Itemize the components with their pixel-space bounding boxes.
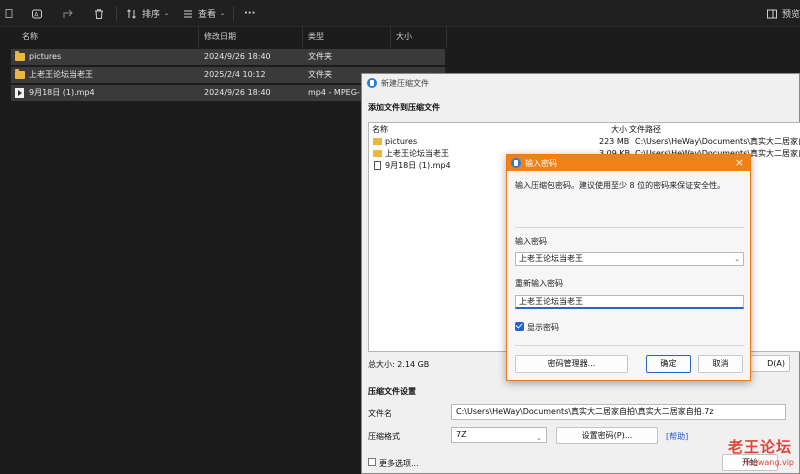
view-label: 查看 [198, 10, 217, 20]
file-type: 文件夹 [308, 52, 332, 61]
enter-password-input[interactable]: 上老王论坛当老王 ⌄ [515, 252, 744, 266]
reenter-password-label: 重新输入密码 [515, 279, 563, 288]
column-name[interactable]: 名称 [22, 27, 38, 47]
file-name: 9月18日 (1).mp4 [29, 88, 95, 97]
sort-button[interactable]: 排序 ⌄ [126, 0, 169, 27]
column-size[interactable]: 大小 [396, 27, 412, 47]
app-icon [511, 158, 521, 168]
item-name: 上老王论坛当老王 [385, 149, 449, 158]
folder-icon [373, 150, 382, 157]
rename-icon[interactable]: A [31, 0, 43, 27]
password-dialog-titlebar: 输入密码 × [507, 155, 750, 171]
enter-password-label: 输入密码 [515, 237, 547, 246]
sort-icon [127, 8, 136, 19]
preview-button[interactable]: 预览 [766, 0, 800, 27]
view-icon [184, 10, 192, 17]
file-name: pictures [29, 52, 62, 61]
preview-pane-icon [767, 9, 777, 18]
share-icon[interactable] [62, 0, 74, 27]
format-value: 7Z [456, 430, 467, 439]
list-header-path: 文件路径 [629, 125, 661, 134]
total-size: 总大小: 2.14 GB [368, 360, 430, 369]
list-header-size: 大小 [611, 125, 627, 134]
file-date: 2025/2/4 10:12 [204, 70, 266, 79]
add-window-titlebar: 新建压缩文件 [362, 74, 799, 92]
delete-icon[interactable] [93, 0, 105, 27]
folder-icon [15, 51, 25, 61]
set-password-button[interactable]: 设置密码(P)... [556, 427, 658, 444]
show-password-checkbox[interactable] [515, 322, 524, 331]
folder-icon [373, 138, 382, 145]
add-window-heading: 添加文件到压缩文件 [368, 103, 440, 112]
file-name: 上老王论坛当老王 [29, 70, 93, 79]
cancel-button[interactable]: 取消 [698, 355, 743, 373]
preview-label: 预览 [782, 10, 800, 20]
file-date: 2024/9/26 18:40 [204, 52, 271, 61]
item-name: pictures [385, 137, 418, 146]
file-type: 文件夹 [308, 70, 332, 79]
close-icon[interactable]: × [735, 156, 744, 170]
list-header: 名称 大小 文件路径 [369, 124, 800, 135]
sort-label: 排序 [142, 10, 161, 20]
view-button[interactable]: 查看 ⌄ [182, 0, 225, 27]
video-file-icon [15, 88, 24, 98]
chevron-down-icon: ⌄ [536, 434, 542, 442]
item-size: 223 MB [599, 137, 630, 146]
help-link[interactable]: [帮助] [666, 431, 688, 442]
file-list-header: 名称 修改日期 类型 大小 [0, 27, 448, 47]
chevron-down-icon: ⌄ [164, 10, 170, 17]
folder-icon [15, 69, 25, 79]
settings-heading: 压缩文件设置 [368, 387, 416, 396]
password-hint: 输入压缩包密码。建议使用至少 8 位的密码来保证安全性。 [515, 181, 726, 190]
format-select[interactable]: 7Z ⌄ [451, 427, 547, 443]
list-header-name: 名称 [372, 125, 388, 134]
reenter-password-value: 上老王论坛当老王 [519, 297, 583, 306]
file-date: 2024/9/26 18:40 [204, 88, 271, 97]
reenter-password-input[interactable]: 上老王论坛当老王 [515, 295, 744, 309]
format-label: 压缩格式 [368, 432, 400, 441]
item-path: C:\Users\HeWay\Documents\真实大二居家自 [635, 137, 800, 146]
ok-button[interactable]: 确定 [646, 355, 691, 373]
add-window-title: 新建压缩文件 [381, 79, 429, 88]
column-date[interactable]: 修改日期 [204, 27, 236, 47]
enter-password-value: 上老王论坛当老王 [519, 254, 583, 263]
filename-input[interactable]: C:\Users\HeWay\Documents\真实大二居家自拍\真实大二居家… [451, 404, 786, 420]
watermark-url: laowang.vip [745, 458, 794, 467]
watermark: 老王论坛 laowang.vip [706, 436, 800, 474]
show-password-label: 显示密码 [527, 323, 559, 332]
explorer-toolbar: A 排序 ⌄ 查看 ⌄ ··· 预览 [0, 0, 800, 27]
watermark-text: 老王论坛 [727, 438, 792, 456]
more-button[interactable]: ··· [244, 0, 255, 27]
more-options-label: 更多选项... [379, 459, 419, 468]
video-file-icon [374, 161, 381, 170]
item-name: 9月18日 (1).mp4 [385, 161, 451, 170]
copy-icon[interactable] [4, 0, 16, 27]
password-dialog-title: 输入密码 [525, 159, 557, 168]
more-options-checkbox[interactable] [368, 458, 376, 466]
partial-button[interactable]: D(A) [750, 355, 790, 372]
column-type[interactable]: 类型 [308, 27, 324, 47]
password-manager-button[interactable]: 密码管理器... [515, 355, 628, 373]
list-item[interactable]: pictures 223 MB C:\Users\HeWay\Documents… [369, 136, 800, 147]
password-dialog: 输入密码 × 输入压缩包密码。建议使用至少 8 位的密码来保证安全性。 输入密码… [506, 154, 751, 381]
app-icon [367, 78, 377, 88]
chevron-down-icon: ⌄ [220, 10, 226, 17]
file-row[interactable]: pictures 2024/9/26 18:40 文件夹 [11, 49, 445, 65]
filename-label: 文件名 [368, 409, 392, 418]
chevron-down-icon[interactable]: ⌄ [734, 253, 740, 265]
file-type: mp4 - MPEG-4 [308, 88, 360, 97]
